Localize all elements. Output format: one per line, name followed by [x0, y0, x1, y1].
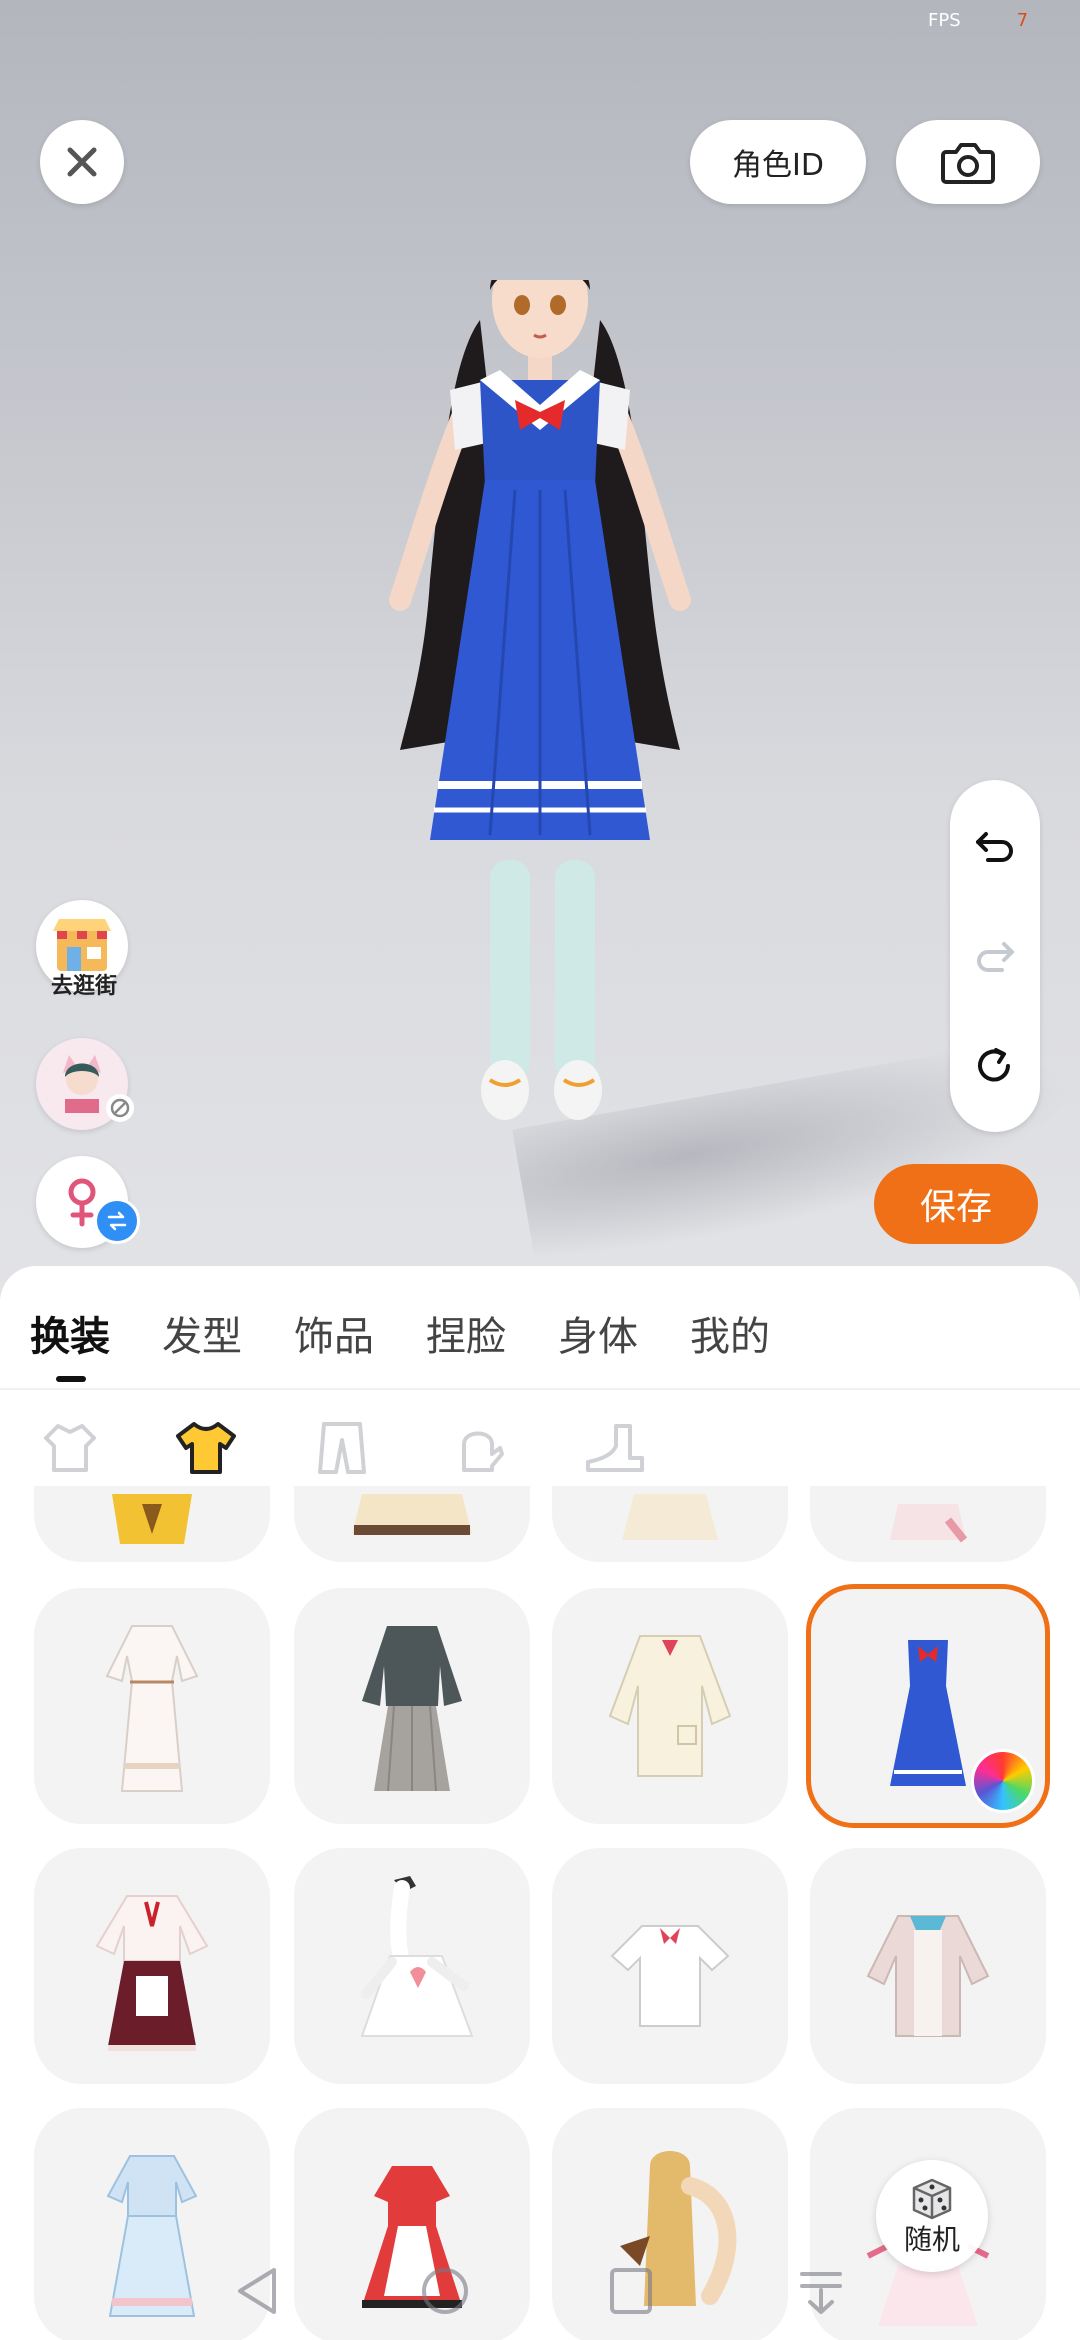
close-button[interactable]	[40, 120, 124, 204]
hidden-badge	[106, 1094, 134, 1122]
back-icon[interactable]	[232, 2264, 282, 2318]
outfit-icon	[44, 1424, 96, 1472]
tab-mine[interactable]: 我的	[690, 1304, 770, 1364]
dice-icon	[912, 2178, 952, 2220]
fps-value: 7	[1016, 10, 1029, 31]
random-label: 随机	[903, 2223, 960, 2256]
reset-icon	[978, 1048, 1010, 1082]
clothing-item[interactable]	[552, 2108, 788, 2340]
glove-icon	[462, 1431, 504, 1472]
role-id-button[interactable]: 角色ID	[690, 120, 866, 204]
clothing-item[interactable]	[552, 1848, 788, 2084]
clothing-subcategories	[30, 1414, 710, 1482]
undo-icon	[976, 832, 1013, 862]
clothing-item[interactable]	[294, 2108, 530, 2340]
yellow-jacket-thumbnail	[112, 1494, 192, 1544]
clothing-item[interactable]	[34, 1848, 270, 2084]
random-button[interactable]: 随机	[876, 2160, 988, 2272]
save-button[interactable]: 保存	[874, 1164, 1038, 1244]
avatar-profile-button[interactable]	[36, 1038, 134, 1130]
gray-cardigan-thumbnail	[866, 1915, 990, 2037]
clothing-item[interactable]	[552, 1588, 788, 1824]
recents-icon[interactable]	[606, 2264, 656, 2318]
gray-uniform-thumbnail	[362, 1626, 462, 1792]
clothing-item-selected[interactable]	[806, 1584, 1050, 1828]
camera-button[interactable]	[896, 120, 1040, 204]
top-icon	[176, 1422, 236, 1474]
clothing-item[interactable]	[810, 1848, 1046, 2084]
swap-icon	[107, 1211, 127, 1231]
tab-body[interactable]: 身体	[558, 1304, 638, 1364]
redo-icon	[977, 942, 1014, 972]
edit-history-panel	[950, 780, 1040, 1132]
ban-icon	[110, 1098, 130, 1118]
subcat-outfit[interactable]	[30, 1414, 110, 1482]
tabs-divider	[0, 1388, 1080, 1390]
subcat-top[interactable]	[166, 1414, 246, 1482]
clothing-item[interactable]	[810, 1486, 1046, 1562]
maroon-dress-thumbnail	[95, 1895, 209, 2051]
shop-label: 去逛街	[50, 974, 117, 999]
subcat-shoes[interactable]	[574, 1414, 654, 1482]
cream-cardigan-thumbnail	[608, 1635, 732, 1777]
home-icon[interactable]	[418, 2264, 472, 2318]
tab-face[interactable]: 捏脸	[426, 1304, 506, 1364]
tab-hairstyle[interactable]: 发型	[162, 1304, 242, 1364]
tab-outfit[interactable]: 换装	[30, 1304, 110, 1382]
shoe-icon	[586, 1424, 644, 1472]
subcat-pants[interactable]	[302, 1414, 382, 1482]
undo-button[interactable]	[950, 800, 1040, 890]
lace-dress-thumbnail	[352, 1494, 472, 1535]
pink-coat-thumbnail	[890, 1504, 968, 1543]
hide-nav-icon[interactable]	[796, 2264, 846, 2318]
redo-button[interactable]	[950, 910, 1040, 1000]
clothing-item[interactable]	[294, 1486, 530, 1562]
clothing-item[interactable]	[552, 1486, 788, 1562]
fps-counter: FPS 7	[928, 10, 1028, 31]
category-tabs: 换装 发型 饰品 捏脸 身体 我的	[30, 1304, 822, 1382]
clothing-item[interactable]	[34, 1486, 270, 1562]
close-icon	[67, 147, 97, 177]
clothing-item[interactable]	[294, 1848, 530, 2084]
role-id-label: 角色ID	[732, 148, 824, 183]
camera-icon	[941, 143, 995, 184]
tab-accessories[interactable]: 饰品	[294, 1304, 374, 1364]
clothing-item[interactable]	[34, 1588, 270, 1824]
fps-label: FPS	[928, 10, 961, 31]
white-long-dress-thumbnail	[105, 1625, 199, 1792]
cream-skirt-thumbnail	[622, 1494, 718, 1540]
white-shirt-thumbnail	[610, 1925, 730, 2027]
avatar-character[interactable]	[340, 280, 740, 1200]
reset-button[interactable]	[950, 1022, 1040, 1112]
gender-circle	[36, 1156, 140, 1248]
gender-switch-button[interactable]	[36, 1156, 140, 1248]
swap-badge	[94, 1198, 140, 1244]
pants-icon	[318, 1422, 366, 1474]
subcat-gloves[interactable]	[438, 1414, 518, 1482]
color-picker-icon[interactable]	[971, 1749, 1035, 1813]
avatar-viewport[interactable]: FPS 7 角色ID 去逛街 保存	[0, 0, 1080, 1300]
swan-dress-thumbnail	[360, 1876, 474, 2037]
clothing-item[interactable]	[294, 1588, 530, 1824]
avatar-thumbnail	[36, 1038, 134, 1130]
light-blue-dress-thumbnail	[106, 2155, 198, 2317]
